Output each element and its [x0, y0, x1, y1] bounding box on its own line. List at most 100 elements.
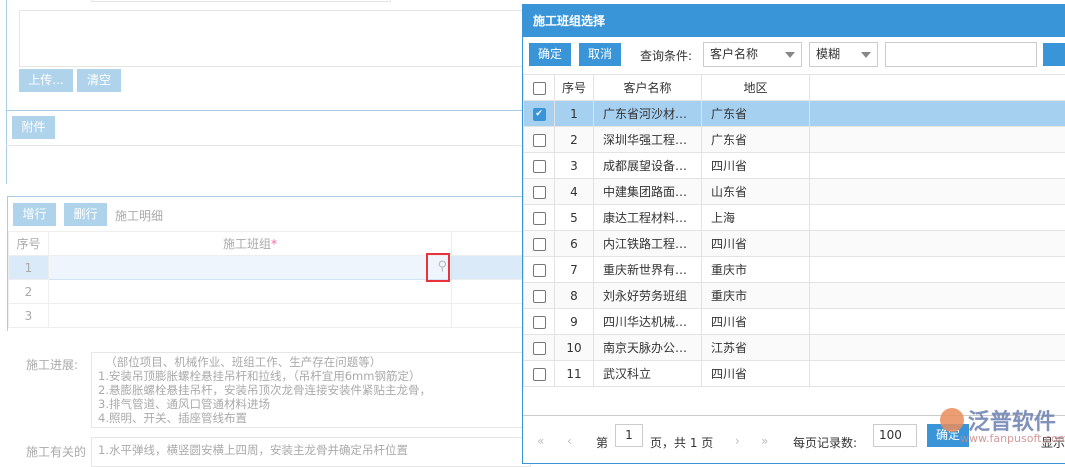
team-select-dialog: 施工班组选择 确定 取消 查询条件: 客户名称 模糊 序号 客户名称 地区 ✔ …	[522, 4, 1065, 464]
last-page-icon[interactable]: »	[761, 434, 768, 448]
chevron-down-icon	[861, 52, 871, 58]
team-table: 序号 客户名称 地区 ✔ 1 广东省河沙材… 广东省 2 深圳华强工程… 广东省…	[523, 74, 1065, 387]
row-checkbox[interactable]	[524, 153, 555, 179]
row-region: 广东省	[702, 127, 810, 153]
row-region: 重庆市	[702, 257, 810, 283]
row-no: 6	[555, 231, 594, 257]
row-checkbox[interactable]	[524, 231, 555, 257]
row-region: 四川省	[702, 153, 810, 179]
detail-table: 序号施工班组* 1⚲ 2 3	[8, 231, 528, 328]
row-checkbox[interactable]: ✔	[524, 101, 555, 127]
header-team: 施工班组*	[49, 232, 452, 256]
row-no: 2	[555, 127, 594, 153]
row-checkbox[interactable]	[524, 205, 555, 231]
row-no: 3	[555, 153, 594, 179]
form-left-border	[6, 0, 7, 184]
row-no: 10	[555, 335, 594, 361]
next-textarea[interactable]: 1.水平弹线，横竖圆安横上四周，安装主龙骨并确定吊杆位置	[91, 437, 531, 467]
table-row[interactable]: 3 成都展望设备… 四川省	[524, 153, 1065, 179]
divider	[6, 145, 526, 146]
row-checkbox[interactable]	[524, 179, 555, 205]
header-no: 序号	[555, 75, 594, 101]
table-row[interactable]: 6 内江铁路工程… 四川省	[524, 231, 1065, 257]
attachment-button[interactable]: 附件	[12, 116, 55, 139]
highlight-box	[426, 253, 450, 282]
divider	[6, 110, 526, 111]
row-checkbox[interactable]	[524, 361, 555, 387]
row-no: 2	[9, 280, 49, 304]
table-row[interactable]: 10 南京天脉办公… 江苏省	[524, 335, 1065, 361]
row-name: 深圳华强工程…	[594, 127, 702, 153]
top-input	[91, 0, 391, 2]
header-no: 序号	[9, 232, 49, 256]
dialog-title: 施工班组选择	[523, 5, 1065, 37]
next-label: 施工有关的	[26, 443, 86, 460]
delete-row-button[interactable]: 删行	[64, 203, 107, 226]
row-region: 四川省	[702, 309, 810, 335]
row-no: 5	[555, 205, 594, 231]
row-region: 重庆市	[702, 283, 810, 309]
per-page-label: 每页记录数:	[793, 434, 857, 451]
row-name: 武汉科立	[594, 361, 702, 387]
row-checkbox[interactable]	[524, 257, 555, 283]
header-name: 客户名称	[594, 75, 702, 101]
search-button[interactable]	[1043, 43, 1065, 66]
row-checkbox[interactable]	[524, 335, 555, 361]
progress-label: 施工进展:	[26, 356, 78, 373]
row-name: 中建集团路面…	[594, 179, 702, 205]
field-select[interactable]: 客户名称	[703, 42, 802, 67]
table-row[interactable]: 11 武汉科立 四川省	[524, 361, 1065, 387]
row-region: 四川省	[702, 231, 810, 257]
next-page-icon[interactable]: ›	[735, 434, 740, 448]
table-row[interactable]: 8 刘永好劳务班组 重庆市	[524, 283, 1065, 309]
row-name: 内江铁路工程…	[594, 231, 702, 257]
row-name: 成都展望设备…	[594, 153, 702, 179]
row-checkbox[interactable]	[524, 127, 555, 153]
first-page-icon[interactable]: «	[537, 434, 544, 448]
table-row[interactable]: 7 重庆新世界有… 重庆市	[524, 257, 1065, 283]
clear-button[interactable]: 清空	[77, 69, 121, 92]
row-checkbox[interactable]	[524, 283, 555, 309]
row-name: 广东省河沙材…	[594, 101, 702, 127]
team-cell[interactable]	[49, 280, 452, 304]
row-no: 8	[555, 283, 594, 309]
row-no: 3	[9, 304, 49, 328]
row-no: 1	[9, 256, 49, 280]
row-name: 重庆新世界有…	[594, 257, 702, 283]
select-all-checkbox[interactable]	[524, 75, 555, 101]
query-label: 查询条件:	[640, 47, 692, 64]
row-region: 江苏省	[702, 335, 810, 361]
row-name: 南京天脉办公…	[594, 335, 702, 361]
match-select[interactable]: 模糊	[809, 42, 878, 67]
table-row[interactable]: 2 深圳华强工程… 广东省	[524, 127, 1065, 153]
row-checkbox[interactable]	[524, 309, 555, 335]
header-region: 地区	[702, 75, 810, 101]
upload-area[interactable]	[19, 10, 524, 67]
table-row[interactable]: 4 中建集团路面… 山东省	[524, 179, 1065, 205]
per-page-input[interactable]: 100	[873, 424, 917, 447]
table-row[interactable]: ✔ 1 广东省河沙材… 广东省	[524, 101, 1065, 127]
progress-textarea[interactable]: （部位项目、机械作业、班组工作、生产存在问题等） 1.安装吊顶膨胀螺栓悬挂吊杆和…	[91, 352, 531, 428]
row-region: 四川省	[702, 361, 810, 387]
search-input[interactable]	[885, 42, 1037, 67]
row-name: 刘永好劳务班组	[594, 283, 702, 309]
row-name: 康达工程材料…	[594, 205, 702, 231]
cancel-button[interactable]: 取消	[579, 43, 621, 66]
chevron-down-icon	[785, 52, 795, 58]
add-row-button[interactable]: 增行	[13, 203, 56, 226]
row-name: 四川华达机械…	[594, 309, 702, 335]
table-row[interactable]: 5 康达工程材料… 上海	[524, 205, 1065, 231]
page-total: 页，共 1 页	[650, 434, 713, 451]
prev-page-icon[interactable]: ‹	[567, 434, 572, 448]
confirm-button[interactable]: 确定	[529, 43, 571, 66]
table-row[interactable]: 9 四川华达机械… 四川省	[524, 309, 1065, 335]
page-input[interactable]: 1	[615, 424, 643, 447]
team-cell[interactable]: ⚲	[49, 256, 452, 280]
upload-button[interactable]: 上传...	[19, 69, 73, 92]
watermark-logo: 泛普软件 www.fanpusoft.com	[940, 404, 1065, 445]
row-region: 上海	[702, 205, 810, 231]
page-prefix: 第	[596, 434, 608, 451]
team-cell[interactable]	[49, 304, 452, 328]
row-region: 广东省	[702, 101, 810, 127]
row-no: 1	[555, 101, 594, 127]
